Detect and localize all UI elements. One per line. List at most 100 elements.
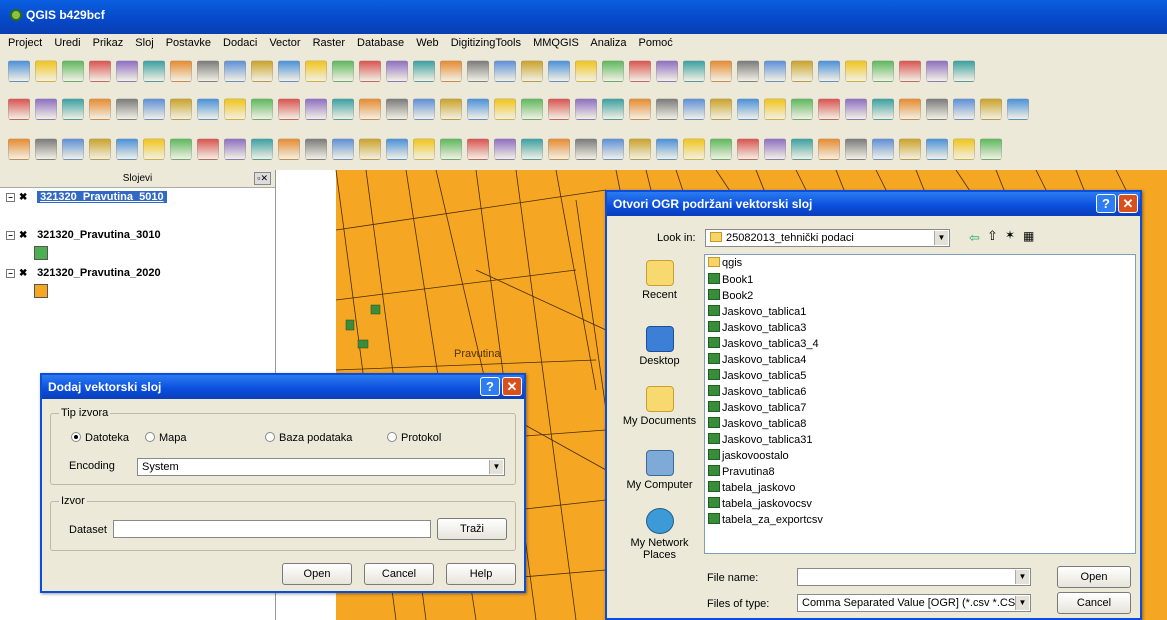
menu-vector[interactable]: Vector — [269, 37, 300, 49]
new-folder-icon[interactable]: ✶ — [1005, 228, 1015, 242]
toolbar-tool-icon[interactable] — [494, 98, 516, 120]
toolbar-tool-icon[interactable] — [683, 98, 705, 120]
layer-item-5010[interactable]: − ✖ 321320_Pravutina_5010 — [0, 188, 275, 226]
file-item[interactable]: Jaskovo_tablica8 — [708, 417, 806, 430]
file-item[interactable]: Jaskovo_tablica7 — [708, 401, 806, 414]
toolbar-tool-icon[interactable] — [62, 138, 84, 160]
menu-web[interactable]: Web — [416, 37, 438, 49]
toolbar-tool-icon[interactable] — [656, 60, 678, 82]
toolbar-tool-icon[interactable] — [359, 60, 381, 82]
toolbar-tool-icon[interactable] — [278, 138, 300, 160]
toolbar-tool-icon[interactable] — [305, 60, 327, 82]
cancel-button[interactable]: Cancel — [1057, 592, 1131, 614]
toolbar-tool-icon[interactable] — [413, 138, 435, 160]
toolbar-tool-icon[interactable] — [8, 138, 30, 160]
menu-database[interactable]: Database — [357, 37, 404, 49]
toolbar-tool-icon[interactable] — [575, 138, 597, 160]
toolbar-tool-icon[interactable] — [710, 98, 732, 120]
toolbar-tool-icon[interactable] — [62, 98, 84, 120]
toolbar-tool-icon[interactable] — [872, 138, 894, 160]
close-icon[interactable]: ✕ — [502, 377, 522, 396]
file-item[interactable]: Pravutina8 — [708, 465, 775, 478]
toolbar-tool-icon[interactable] — [35, 98, 57, 120]
toolbar-tool-icon[interactable] — [386, 98, 408, 120]
toolbar-tool-icon[interactable] — [170, 98, 192, 120]
toolbar-tool-icon[interactable] — [602, 98, 624, 120]
toolbar-tool-icon[interactable] — [116, 98, 138, 120]
place-my-computer[interactable]: My Computer — [617, 450, 702, 491]
menu-analiza[interactable]: Analiza — [590, 37, 626, 49]
close-icon[interactable]: ✕ — [1118, 194, 1138, 213]
file-item[interactable]: Jaskovo_tablica3 — [708, 321, 806, 334]
chevron-down-icon[interactable]: ▼ — [1015, 596, 1029, 610]
toolbar-tool-icon[interactable] — [953, 98, 975, 120]
toolbar-tool-icon[interactable] — [845, 138, 867, 160]
encoding-select[interactable]: System ▼ — [137, 458, 505, 476]
file-item[interactable]: Jaskovo_tablica4 — [708, 353, 806, 366]
toolbar-tool-icon[interactable] — [872, 98, 894, 120]
toolbar-tool-icon[interactable] — [332, 98, 354, 120]
chevron-down-icon[interactable]: ▼ — [1015, 570, 1029, 584]
toolbar-tool-icon[interactable] — [629, 138, 651, 160]
toolbar-tool-icon[interactable] — [575, 60, 597, 82]
toolbar-tool-icon[interactable] — [764, 60, 786, 82]
toolbar-tool-icon[interactable] — [143, 98, 165, 120]
toolbar-tool-icon[interactable] — [872, 60, 894, 82]
toolbar-tool-icon[interactable] — [818, 60, 840, 82]
toolbar-tool-icon[interactable] — [413, 60, 435, 82]
toolbar-tool-icon[interactable] — [8, 60, 30, 82]
toolbar-tool-icon[interactable] — [494, 60, 516, 82]
menu-uredi[interactable]: Uredi — [54, 37, 80, 49]
toolbar-tool-icon[interactable] — [170, 138, 192, 160]
file-type-select[interactable]: Comma Separated Value [OGR] (*.csv *.CSV… — [797, 594, 1031, 612]
toolbar-tool-icon[interactable] — [332, 60, 354, 82]
file-item[interactable]: Jaskovo_tablica3_4 — [708, 337, 819, 350]
toolbar-tool-icon[interactable] — [8, 98, 30, 120]
toolbar-tool-icon[interactable] — [332, 138, 354, 160]
menu-pomoc[interactable]: Pomoć — [639, 37, 673, 49]
radio-database[interactable]: Baza podataka — [265, 432, 352, 444]
toolbar-tool-icon[interactable] — [926, 98, 948, 120]
file-item[interactable]: Jaskovo_tablica5 — [708, 369, 806, 382]
toolbar-tool-icon[interactable] — [89, 60, 111, 82]
radio-directory[interactable]: Mapa — [145, 432, 187, 444]
toolbar-tool-icon[interactable] — [467, 60, 489, 82]
menu-prikaz[interactable]: Prikaz — [93, 37, 124, 49]
layer-item-2020[interactable]: − ✖ 321320_Pravutina_2020 — [0, 264, 275, 302]
toolbar-tool-icon[interactable] — [116, 138, 138, 160]
toolbar-tool-icon[interactable] — [35, 138, 57, 160]
menu-sloj[interactable]: Sloj — [135, 37, 153, 49]
file-item[interactable]: tabela_za_exportcsv — [708, 513, 823, 526]
menu-raster[interactable]: Raster — [313, 37, 345, 49]
toolbar-tool-icon[interactable] — [980, 138, 1002, 160]
toolbar-tool-icon[interactable] — [791, 60, 813, 82]
toolbar-tool-icon[interactable] — [764, 98, 786, 120]
look-in-select[interactable]: 25082013_tehnički podaci ▼ — [705, 229, 950, 247]
toolbar-tool-icon[interactable] — [791, 98, 813, 120]
file-item[interactable]: Jaskovo_tablica6 — [708, 385, 806, 398]
toolbar-tool-icon[interactable] — [737, 60, 759, 82]
toolbar-tool-icon[interactable] — [656, 138, 678, 160]
panel-float-close-icon[interactable]: ▫✕ — [254, 172, 271, 185]
toolbar-tool-icon[interactable] — [170, 60, 192, 82]
toolbar-tool-icon[interactable] — [953, 138, 975, 160]
file-item[interactable]: jaskovoostalo — [708, 449, 789, 462]
toolbar-tool-icon[interactable] — [548, 138, 570, 160]
toolbar-tool-icon[interactable] — [197, 60, 219, 82]
layer-item-3010[interactable]: − ✖ 321320_Pravutina_3010 — [0, 226, 275, 264]
file-item[interactable]: Jaskovo_tablica31 — [708, 433, 813, 446]
toolbar-tool-icon[interactable] — [1007, 98, 1029, 120]
toolbar-tool-icon[interactable] — [143, 60, 165, 82]
place-recent[interactable]: Recent — [617, 260, 702, 301]
collapse-toggle-icon[interactable]: − — [6, 193, 15, 202]
dataset-input[interactable] — [113, 520, 431, 538]
toolbar-tool-icon[interactable] — [305, 138, 327, 160]
radio-protocol[interactable]: Protokol — [387, 432, 441, 444]
menu-mmqgis[interactable]: MMQGIS — [533, 37, 579, 49]
browse-button[interactable]: Traži — [437, 518, 507, 540]
toolbar-tool-icon[interactable] — [791, 138, 813, 160]
collapse-toggle-icon[interactable]: − — [6, 231, 15, 240]
radio-file[interactable]: Datoteka — [71, 432, 129, 444]
toolbar-tool-icon[interactable] — [89, 98, 111, 120]
toolbar-tool-icon[interactable] — [278, 60, 300, 82]
